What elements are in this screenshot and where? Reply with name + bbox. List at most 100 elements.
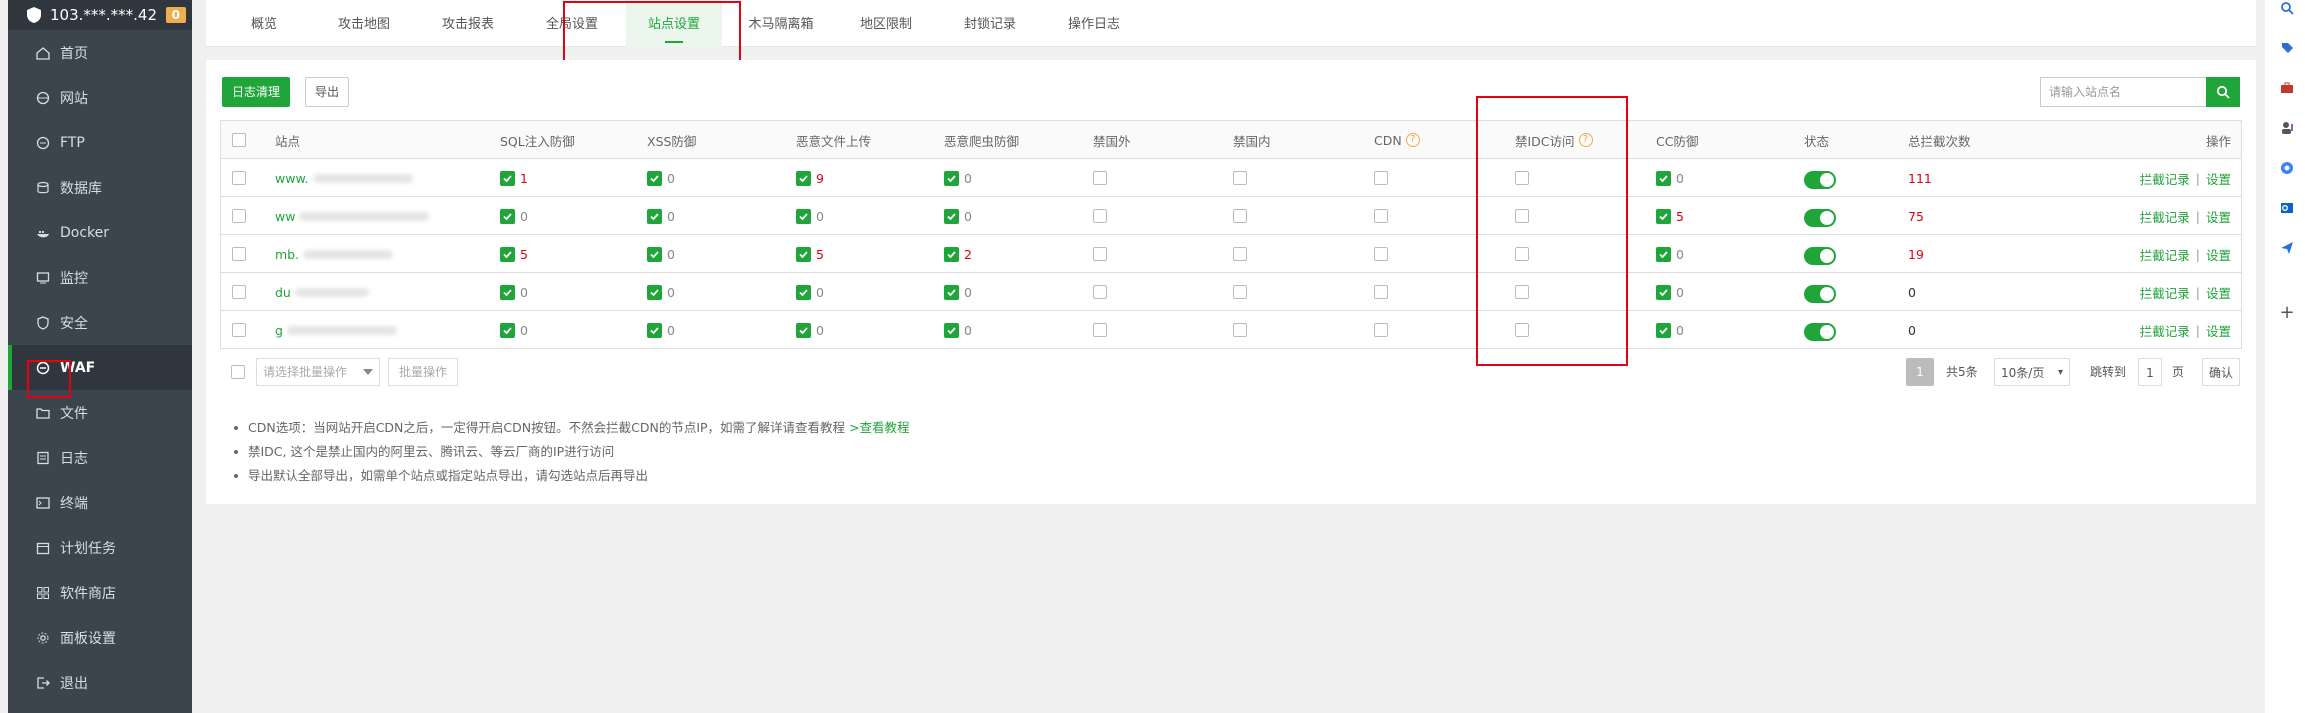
search-button[interactable] <box>2206 77 2240 107</box>
site-name[interactable]: ww <box>275 197 430 235</box>
row-checkbox[interactable] <box>232 285 246 299</box>
checkbox-checked-cc[interactable] <box>1656 170 1671 186</box>
send-icon[interactable] <box>2279 240 2295 256</box>
sidebar-item-docker[interactable]: Docker <box>8 210 192 255</box>
checkbox-checked-xss[interactable] <box>647 208 662 224</box>
status-toggle[interactable] <box>1804 284 1836 303</box>
site-name[interactable]: g <box>275 311 397 349</box>
notification-badge[interactable]: 0 <box>165 7 186 23</box>
export-button[interactable]: 导出 <box>305 77 349 107</box>
sidebar-item-log[interactable]: 日志 <box>8 435 192 480</box>
page-current[interactable]: 1 <box>1906 358 1934 386</box>
row-checkbox[interactable] <box>232 247 246 261</box>
checkbox-checked-sql[interactable] <box>500 322 515 338</box>
server-header[interactable]: 103.***.***.42 0 <box>8 0 192 30</box>
status-toggle[interactable] <box>1804 170 1836 189</box>
tab-attack-report[interactable]: 攻击报表 <box>428 0 508 47</box>
sidebar-item-home[interactable]: 首页 <box>8 30 192 75</box>
copilot-icon[interactable] <box>2279 160 2295 176</box>
tutorial-link[interactable]: >查看教程 <box>849 420 909 435</box>
checkbox-checked-xss[interactable] <box>647 284 662 300</box>
checkbox-domestic[interactable] <box>1233 209 1247 223</box>
add-icon[interactable]: + <box>2279 302 2295 323</box>
settings-link[interactable]: 设置 <box>2206 245 2231 264</box>
sidebar-item-terminal[interactable]: 终端 <box>8 480 192 525</box>
checkbox-foreign[interactable] <box>1093 247 1107 261</box>
site-search-input[interactable]: 请输入站点名 <box>2040 77 2206 107</box>
checkbox-checked-crawler[interactable] <box>944 170 959 186</box>
goto-confirm-button[interactable]: 确认 <box>2202 358 2240 386</box>
checkbox-foreign[interactable] <box>1093 285 1107 299</box>
settings-link[interactable]: 设置 <box>2206 169 2231 188</box>
checkbox-checked-upload[interactable] <box>796 170 811 186</box>
checkbox-domestic[interactable] <box>1233 285 1247 299</box>
briefcase-icon[interactable] <box>2279 80 2295 96</box>
sidebar-item-shield[interactable]: 安全 <box>8 300 192 345</box>
tag-icon[interactable] <box>2279 40 2295 56</box>
checkbox-checked-sql[interactable] <box>500 284 515 300</box>
status-toggle[interactable] <box>1804 246 1836 265</box>
help-icon[interactable]: ? <box>1405 133 1420 147</box>
tab-block-records[interactable]: 封锁记录 <box>950 0 1030 47</box>
site-name[interactable]: mb. <box>275 235 394 273</box>
checkbox-checked-upload[interactable] <box>796 284 811 300</box>
tab-trojan-quarantine[interactable]: 木马隔离箱 <box>736 0 826 47</box>
checkbox-checked-cc[interactable] <box>1656 322 1671 338</box>
settings-link[interactable]: 设置 <box>2206 283 2231 302</box>
tab-operation-log[interactable]: 操作日志 <box>1054 0 1134 47</box>
checkbox-checked-sql[interactable] <box>500 170 515 186</box>
row-checkbox[interactable] <box>232 209 246 223</box>
site-name[interactable]: www. <box>275 159 413 197</box>
checkbox-domestic[interactable] <box>1233 247 1247 261</box>
checkbox-checked-upload[interactable] <box>796 322 811 338</box>
sidebar-item-ftp[interactable]: FTP <box>8 120 192 165</box>
checkbox-cdn[interactable] <box>1374 285 1388 299</box>
checkbox-cdn[interactable] <box>1374 171 1388 185</box>
bottom-select-all-checkbox[interactable] <box>231 365 245 379</box>
block-records-link[interactable]: 拦截记录 <box>2140 245 2190 264</box>
checkbox-checked-upload[interactable] <box>796 208 811 224</box>
checkbox-checked-crawler[interactable] <box>944 322 959 338</box>
checkbox-foreign[interactable] <box>1093 171 1107 185</box>
sidebar-item-monitor[interactable]: 监控 <box>8 255 192 300</box>
checkbox-checked-crawler[interactable] <box>944 246 959 262</box>
checkbox-foreign[interactable] <box>1093 209 1107 223</box>
checkbox-cdn[interactable] <box>1374 323 1388 337</box>
sidebar-item-gear[interactable]: 面板设置 <box>8 615 192 660</box>
checkbox-foreign[interactable] <box>1093 323 1107 337</box>
checkbox-checked-upload[interactable] <box>796 246 811 262</box>
outlook-icon[interactable] <box>2279 200 2295 216</box>
sidebar-item-store[interactable]: 软件商店 <box>8 570 192 615</box>
row-checkbox[interactable] <box>232 323 246 337</box>
checkbox-checked-crawler[interactable] <box>944 284 959 300</box>
user-icon[interactable] <box>2279 120 2295 136</box>
clear-log-button[interactable]: 日志清理 <box>222 77 290 107</box>
checkbox-checked-sql[interactable] <box>500 246 515 262</box>
checkbox-checked-cc[interactable] <box>1656 284 1671 300</box>
checkbox-checked-cc[interactable] <box>1656 246 1671 262</box>
tab-overview[interactable]: 概览 <box>230 0 298 47</box>
goto-page-input[interactable]: 1 <box>2138 358 2162 386</box>
block-records-link[interactable]: 拦截记录 <box>2140 283 2190 302</box>
select-all-checkbox[interactable] <box>232 133 246 147</box>
checkbox-checked-crawler[interactable] <box>944 208 959 224</box>
block-records-link[interactable]: 拦截记录 <box>2140 321 2190 340</box>
settings-link[interactable]: 设置 <box>2206 321 2231 340</box>
batch-operation-button[interactable]: 批量操作 <box>388 358 458 386</box>
checkbox-checked-cc[interactable] <box>1656 208 1671 224</box>
settings-link[interactable]: 设置 <box>2206 207 2231 226</box>
checkbox-checked-xss[interactable] <box>647 322 662 338</box>
checkbox-checked-xss[interactable] <box>647 170 662 186</box>
checkbox-cdn[interactable] <box>1374 209 1388 223</box>
tab-region-limit[interactable]: 地区限制 <box>846 0 926 47</box>
checkbox-domestic[interactable] <box>1233 171 1247 185</box>
batch-operation-select[interactable]: 请选择批量操作 <box>256 358 380 386</box>
sidebar-item-globe[interactable]: 网站 <box>8 75 192 120</box>
sidebar-item-calendar[interactable]: 计划任务 <box>8 525 192 570</box>
page-size-select[interactable]: 10条/页 ▾ <box>1994 358 2070 386</box>
tab-attack-map[interactable]: 攻击地图 <box>324 0 404 47</box>
block-records-link[interactable]: 拦截记录 <box>2140 169 2190 188</box>
status-toggle[interactable] <box>1804 322 1836 341</box>
search-icon[interactable] <box>2279 0 2295 16</box>
block-records-link[interactable]: 拦截记录 <box>2140 207 2190 226</box>
